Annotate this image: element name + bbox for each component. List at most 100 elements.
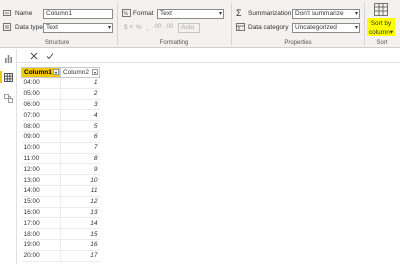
report-view-icon[interactable] (4, 54, 13, 63)
cell-column2[interactable]: 1 (60, 77, 100, 89)
cell-column2[interactable]: 7 (60, 142, 100, 154)
table-row[interactable]: 05:00 2 (21, 88, 100, 100)
data-table: Column1 ▾ Column2 ▾ 04:00 1 05:00 2 06:00 3 07:0… (21, 67, 100, 262)
datatype-label: Data type (15, 24, 43, 31)
comma-button[interactable]: , (146, 23, 148, 32)
name-value: Column1 (46, 10, 73, 17)
summarization-select[interactable]: Don't summarize ▾ (292, 9, 360, 19)
sort-group: Sort (364, 0, 400, 48)
cell-column1[interactable]: 20:00 (21, 250, 61, 262)
cell-column1[interactable]: 10:00 (21, 142, 61, 154)
chevron-down-icon: ▾ (354, 11, 358, 17)
table-row[interactable]: 15:00 12 (21, 196, 100, 208)
close-icon[interactable] (30, 52, 38, 60)
datacategory-select[interactable]: Uncategorized ▾ (292, 23, 360, 33)
table-row[interactable]: 19:00 16 (21, 239, 100, 251)
table-row[interactable]: 18:00 15 (21, 228, 100, 240)
formatting-group-label: Formatting (159, 40, 189, 46)
decimals-button-2[interactable]: .00 (165, 24, 173, 30)
cell-column1[interactable]: 16:00 (21, 207, 61, 219)
cell-column1[interactable]: 04:00 (21, 77, 61, 89)
table-row[interactable]: 20:00 17 (21, 250, 100, 262)
cell-column2[interactable]: 15 (60, 228, 100, 240)
table-row[interactable]: 12:00 9 (21, 163, 100, 176)
cell-column2[interactable]: 5 (60, 120, 100, 132)
datatype-select[interactable]: Text ▾ (43, 23, 113, 33)
cell-column2[interactable]: 10 (60, 174, 100, 186)
table-row[interactable]: 07:00 4 (21, 109, 100, 122)
auto-value: Auto (181, 24, 195, 31)
cell-column2[interactable]: 16 (60, 239, 100, 251)
header-row: Column1 ▾ Column2 ▾ (21, 67, 100, 78)
datatype-icon (3, 23, 11, 31)
sort-group-label: Sort (376, 40, 388, 46)
divider (231, 3, 232, 45)
cell-column2[interactable]: 8 (60, 153, 100, 165)
name-label: Name (15, 10, 33, 17)
cell-column1[interactable]: 14:00 (21, 185, 61, 197)
cell-column1[interactable]: 19:00 (21, 239, 61, 251)
cell-column1[interactable]: 07:00 (21, 109, 61, 122)
cell-column2[interactable]: 11 (60, 185, 100, 197)
column-header-1[interactable]: Column1 ▾ (21, 67, 61, 78)
divider (117, 3, 118, 45)
properties-group-label: Properties (284, 40, 312, 46)
cell-column1[interactable]: 11:00 (21, 153, 61, 165)
cell-column1[interactable]: 06:00 (21, 99, 61, 111)
cell-column1[interactable]: 05:00 (21, 88, 61, 100)
table-row[interactable]: 16:00 13 (21, 207, 100, 219)
ribbon: Name Column1 Data type Text ▾ Structure %… (0, 0, 400, 48)
cell-column2[interactable]: 13 (60, 207, 100, 219)
cell-column1[interactable]: 13:00 (21, 174, 61, 186)
decimals-button[interactable]: .00 (153, 24, 161, 30)
name-icon (3, 10, 11, 16)
structure-group: Name Column1 Data type Text ▾ Structure (0, 0, 114, 48)
table-row[interactable]: 10:00 7 (21, 142, 100, 154)
cell-column2[interactable]: 17 (60, 250, 100, 262)
currency-button[interactable]: $ (124, 24, 128, 31)
column-header-label: Column2 (63, 69, 90, 76)
name-field[interactable]: Column1 (43, 9, 113, 19)
cell-column2[interactable]: 6 (60, 131, 100, 143)
sigma-icon: Σ (236, 8, 242, 18)
cell-column1[interactable]: 12:00 (21, 163, 61, 176)
table-row[interactable]: 14:00 11 (21, 185, 100, 197)
table-row[interactable]: 17:00 14 (21, 217, 100, 230)
decimal-places-field[interactable]: Auto (178, 23, 200, 33)
summarization-value: Don't summarize (295, 10, 344, 17)
table-row[interactable]: 11:00 8 (21, 153, 100, 165)
datacategory-icon (236, 23, 245, 31)
cell-column2[interactable]: 9 (60, 163, 100, 176)
summarization-label: Summarization (248, 10, 292, 17)
datacategory-label: Data category (248, 24, 289, 31)
chevron-down-icon: ▾ (218, 11, 222, 17)
table-row[interactable]: 13:00 10 (21, 174, 100, 186)
data-view-icon[interactable] (4, 73, 13, 82)
column-header-label: Column1 (24, 69, 52, 76)
cell-column2[interactable]: 14 (60, 217, 100, 230)
cell-column2[interactable]: 3 (60, 99, 100, 111)
model-view-icon[interactable] (4, 94, 13, 103)
table-row[interactable]: 08:00 5 (21, 120, 100, 132)
cell-column1[interactable]: 08:00 (21, 120, 61, 132)
check-icon[interactable] (46, 52, 54, 60)
table-row[interactable]: 09:00 6 (21, 131, 100, 143)
cell-column1[interactable]: 17:00 (21, 217, 61, 230)
table-row[interactable]: 06:00 3 (21, 99, 100, 111)
cell-column2[interactable]: 4 (60, 109, 100, 122)
percent-button[interactable]: % (136, 24, 142, 31)
cell-column2[interactable]: 2 (60, 88, 100, 100)
cell-column1[interactable]: 09:00 (21, 131, 61, 143)
table-row[interactable]: 04:00 1 (21, 77, 100, 89)
structure-group-label: Structure (44, 40, 70, 46)
format-select[interactable]: Text ▾ (157, 9, 224, 19)
cell-column1[interactable]: 18:00 (21, 228, 61, 240)
cell-column2[interactable]: 12 (60, 196, 100, 208)
filter-dropdown-icon[interactable]: ▾ (92, 69, 98, 75)
filter-dropdown-icon[interactable]: ▾ (53, 69, 59, 75)
left-nav (0, 49, 17, 264)
datacategory-value: Uncategorized (295, 24, 337, 31)
column-header-2[interactable]: Column2 ▾ (60, 67, 100, 78)
format-value: Text (160, 10, 172, 17)
cell-column1[interactable]: 15:00 (21, 196, 61, 208)
